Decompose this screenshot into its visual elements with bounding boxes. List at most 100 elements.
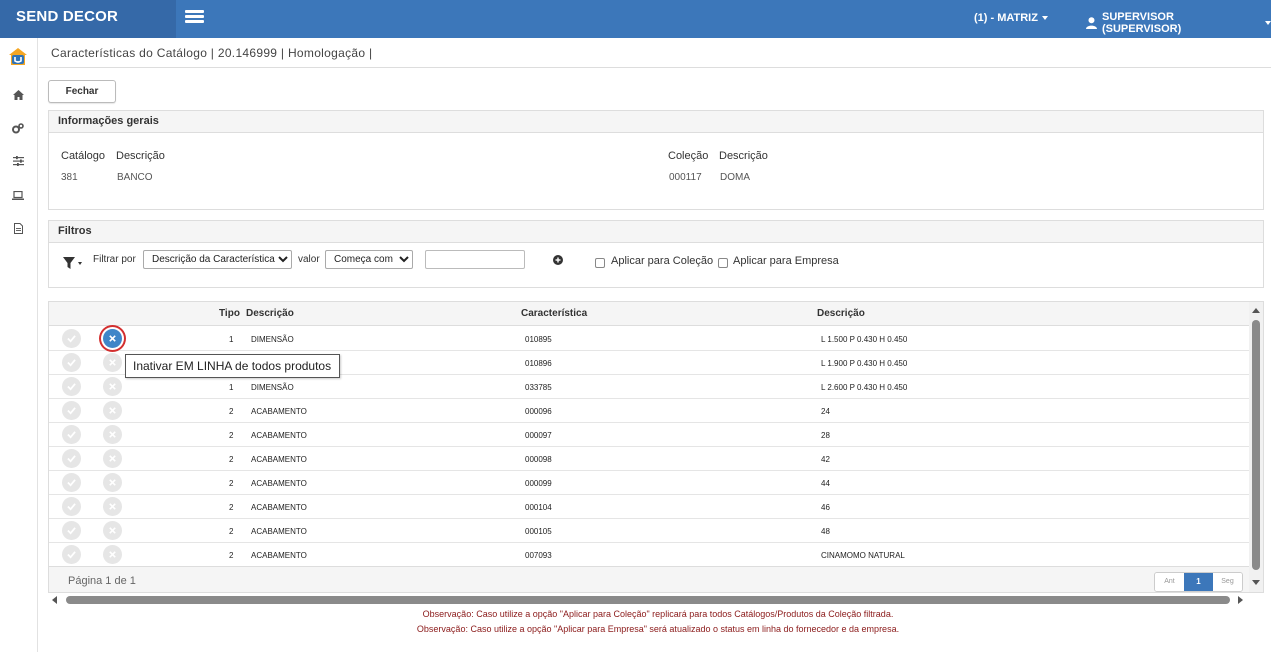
cell-caracteristica: 033785 — [525, 383, 552, 392]
scroll-up-icon[interactable] — [1252, 308, 1260, 313]
check-icon — [67, 550, 76, 559]
activate-button[interactable] — [62, 401, 81, 420]
cell-descricao2: 44 — [821, 479, 830, 488]
activate-button[interactable] — [62, 449, 81, 468]
logo-icon[interactable] — [8, 47, 28, 67]
header-caracteristica[interactable]: Característica — [521, 308, 587, 319]
add-filter-icon[interactable] — [553, 255, 563, 268]
user-menu[interactable]: SUPERVISOR (SUPERVISOR) — [1086, 11, 1271, 35]
table-row: 2 ACABAMENTO 000096 24 — [49, 399, 1249, 423]
inactivate-button[interactable] — [103, 353, 122, 372]
horizontal-scroll-thumb[interactable] — [66, 596, 1230, 604]
cell-caracteristica: 000097 — [525, 431, 552, 440]
filter-value-input[interactable] — [425, 250, 525, 269]
brand-title[interactable]: SEND DECOR — [0, 0, 176, 38]
sliders-icon[interactable] — [10, 154, 26, 168]
filters-panel-title: Filtros — [49, 221, 1263, 243]
cell-tipo: 2 — [229, 431, 234, 440]
filter-icon[interactable] — [63, 256, 83, 273]
vertical-scrollbar[interactable] — [1249, 302, 1263, 592]
scroll-down-icon[interactable] — [1252, 580, 1260, 585]
close-icon — [108, 430, 117, 439]
cell-descricao: ACABAMENTO — [251, 407, 307, 416]
close-icon — [108, 502, 117, 511]
cell-descricao: ACABAMENTO — [251, 431, 307, 440]
cell-tipo: 1 — [229, 383, 234, 392]
apply-colecao-checkbox[interactable] — [595, 258, 605, 268]
inactivate-button[interactable] — [103, 329, 122, 348]
apply-empresa-checkbox[interactable] — [718, 258, 728, 268]
table-row: 2 ACABAMENTO 007093 CINAMOMO NATURAL — [49, 543, 1249, 567]
cell-tipo: 2 — [229, 479, 234, 488]
inactivate-button[interactable] — [103, 377, 122, 396]
colecao-value: 000117 — [669, 172, 702, 183]
table-row: 1 DIMENSÃO 010895 L 1.500 P 0.430 H 0.450 — [49, 327, 1249, 351]
sidebar — [0, 38, 38, 652]
top-bar: SEND DECOR (1) - MATRIZ SUPERVISOR (SUPE… — [0, 0, 1271, 38]
activate-button[interactable] — [62, 497, 81, 516]
note-line-2: Observação: Caso utilize a opção "Aplica… — [416, 624, 900, 634]
inactivate-button[interactable] — [103, 497, 122, 516]
header-tipo[interactable]: Tipo — [219, 308, 240, 319]
file-icon[interactable] — [10, 221, 26, 235]
page-header: Características do Catálogo | 20.146999 … — [39, 38, 1271, 68]
activate-button[interactable] — [62, 425, 81, 444]
note-line-1: Observação: Caso utilize a opção "Aplica… — [422, 609, 894, 619]
colecao-desc-label: Descrição — [719, 150, 768, 162]
check-icon — [67, 334, 76, 343]
grid-footer: Página 1 de 1 Ant 1 Seg — [49, 566, 1249, 592]
home-icon[interactable] — [10, 88, 26, 102]
cell-descricao2: L 2.600 P 0.430 H 0.450 — [821, 383, 908, 392]
cell-caracteristica: 010896 — [525, 359, 552, 368]
check-icon — [67, 406, 76, 415]
header-descricao[interactable]: Descrição — [246, 308, 294, 319]
branch-label: (1) - MATRIZ — [974, 12, 1038, 24]
pagination: Ant 1 Seg — [1154, 572, 1243, 592]
inactivate-button[interactable] — [103, 521, 122, 540]
activate-button[interactable] — [62, 353, 81, 372]
activate-button[interactable] — [62, 377, 81, 396]
activate-button[interactable] — [62, 329, 81, 348]
laptop-icon[interactable] — [10, 188, 26, 202]
filter-field-select[interactable]: Descrição da Característica — [143, 250, 292, 269]
activate-button[interactable] — [62, 473, 81, 492]
close-button[interactable]: Fechar — [48, 80, 116, 103]
horizontal-scrollbar[interactable] — [48, 594, 1248, 606]
close-icon — [108, 550, 117, 559]
branch-selector[interactable]: (1) - MATRIZ — [974, 12, 1048, 24]
cogs-icon[interactable] — [10, 121, 26, 135]
cell-caracteristica: 010895 — [525, 335, 552, 344]
check-icon — [67, 430, 76, 439]
cell-tipo: 2 — [229, 527, 234, 536]
inactivate-button[interactable] — [103, 449, 122, 468]
inactivate-button[interactable] — [103, 545, 122, 564]
info-panel: Informações gerais Catálogo Descrição 38… — [48, 110, 1264, 210]
vertical-scroll-thumb[interactable] — [1252, 320, 1260, 570]
activate-button[interactable] — [62, 545, 81, 564]
pagination-page-1[interactable]: 1 — [1184, 573, 1213, 591]
pagination-next[interactable]: Seg — [1213, 573, 1242, 591]
activate-button[interactable] — [62, 521, 81, 540]
scroll-left-icon[interactable] — [52, 596, 57, 604]
cell-tipo: 2 — [229, 503, 234, 512]
inactivate-button[interactable] — [103, 473, 122, 492]
table-row: 2 ACABAMENTO 000105 48 — [49, 519, 1249, 543]
menu-toggle-icon[interactable] — [185, 10, 204, 24]
pagination-prev[interactable]: Ant — [1155, 573, 1184, 591]
close-icon — [108, 358, 117, 367]
cell-descricao2: 46 — [821, 503, 830, 512]
operator-select[interactable]: Começa com — [325, 250, 413, 269]
catalogo-label: Catálogo — [61, 150, 106, 162]
filter-by-label: Filtrar por — [93, 254, 136, 265]
header-descricao2[interactable]: Descrição — [817, 308, 865, 319]
cell-tipo: 2 — [229, 551, 234, 560]
scroll-right-icon[interactable] — [1238, 596, 1243, 604]
inactivate-button[interactable] — [103, 401, 122, 420]
cell-descricao2: 48 — [821, 527, 830, 536]
inactivate-button[interactable] — [103, 425, 122, 444]
cell-descricao2: L 1.500 P 0.430 H 0.450 — [821, 335, 908, 344]
grid-header: Tipo Descrição Característica Descrição — [49, 302, 1249, 326]
check-icon — [67, 358, 76, 367]
cell-tipo: 1 — [229, 335, 234, 344]
characteristics-grid: Tipo Descrição Característica Descrição … — [48, 301, 1264, 593]
